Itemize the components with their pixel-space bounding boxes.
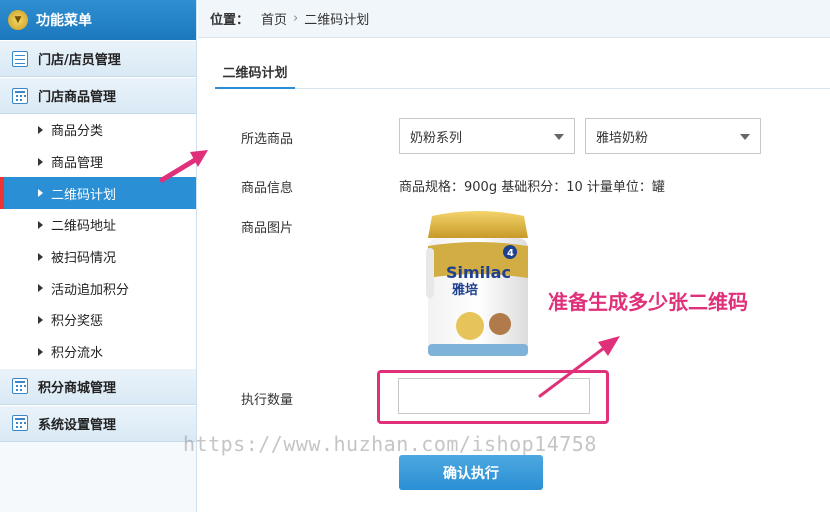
sidebar-item-qr-address[interactable]: 二维码地址	[0, 209, 196, 241]
sidebar-item-points-reward[interactable]: 积分奖惩	[0, 304, 196, 336]
sidebar-item-bonus-points[interactable]: 活动追加积分	[0, 272, 196, 305]
sidebar-group-system[interactable]: 系统设置管理	[0, 404, 196, 442]
breadcrumb-current: 二维码计划	[304, 13, 370, 28]
caret-right-icon	[38, 189, 43, 198]
confirm-button[interactable]: 确认执行	[399, 455, 543, 490]
sidebar-group-label: 积分商城管理	[38, 380, 117, 396]
product-label: 所选商品	[241, 132, 294, 147]
product-brand: Similac	[446, 263, 511, 282]
chevron-right-icon: ›	[293, 11, 299, 26]
product-stage: 4	[507, 248, 514, 259]
caret-down-icon	[740, 134, 750, 140]
breadcrumb: 位置： 首页 › 二维码计划	[198, 0, 830, 38]
sidebar-item-label: 二维码计划	[51, 187, 117, 203]
sidebar-group-label: 门店/店员管理	[38, 53, 121, 68]
product-select-value: 雅培奶粉	[596, 130, 649, 146]
product-brand-cn: 雅培	[452, 282, 478, 298]
sidebar-item-label: 二维码地址	[51, 219, 117, 235]
caret-right-icon	[38, 157, 43, 166]
caret-right-icon	[38, 284, 43, 293]
sidebar-group-store-products[interactable]: 门店商品管理	[0, 77, 196, 114]
sidebar-item-category[interactable]: 商品分类	[0, 114, 196, 146]
sidebar-item-label: 活动追加积分	[51, 282, 130, 298]
annotation-text: 准备生成多少张二维码	[548, 290, 748, 314]
tab-bar: 二维码计划	[215, 56, 830, 89]
caret-right-icon	[38, 220, 43, 229]
watermark: https://www.huzhan.com/ishop14758	[183, 432, 597, 456]
caret-down-icon	[554, 134, 564, 140]
sidebar-item-scan-status[interactable]: 被扫码情况	[0, 240, 196, 273]
calendar-icon	[12, 87, 28, 104]
product-image: Similac 雅培 4	[426, 211, 528, 356]
sidebar-group-store-staff[interactable]: 门店/店员管理	[0, 40, 196, 77]
sidebar-item-label: 被扫码情况	[51, 251, 117, 267]
qty-input[interactable]	[398, 378, 590, 414]
series-select[interactable]: 奶粉系列	[399, 118, 575, 154]
product-select[interactable]: 雅培奶粉	[585, 118, 761, 154]
chevron-down-icon: ▼	[8, 10, 28, 30]
sidebar-group-points-mall[interactable]: 积分商城管理	[0, 367, 196, 405]
caret-right-icon	[38, 315, 43, 324]
menu-header-label: 功能菜单	[36, 13, 92, 29]
sidebar-item-label: 积分流水	[51, 346, 104, 362]
caret-right-icon	[38, 347, 43, 356]
sidebar-item-qr-plan[interactable]: 二维码计划	[0, 177, 196, 210]
series-select-value: 奶粉系列	[410, 130, 463, 146]
menu-header[interactable]: ▼ 功能菜单	[0, 0, 196, 40]
sidebar-item-label: 商品管理	[51, 156, 104, 172]
caret-right-icon	[38, 125, 43, 134]
sidebar-group-label: 门店商品管理	[38, 90, 117, 105]
list-icon	[12, 50, 28, 67]
breadcrumb-home[interactable]: 首页	[261, 9, 287, 28]
sidebar-item-points-flow[interactable]: 积分流水	[0, 335, 196, 368]
info-label: 商品信息	[241, 181, 294, 196]
tab-qr-plan[interactable]: 二维码计划	[215, 56, 295, 89]
sidebar-item-label: 积分奖惩	[51, 314, 104, 330]
product-info: 商品规格：900g 基础积分：10 计量单位：罐	[399, 180, 665, 195]
sidebar-item-label: 商品分类	[51, 124, 104, 140]
calendar-icon	[12, 378, 28, 394]
sidebar-group-label: 系统设置管理	[38, 417, 117, 433]
qty-label: 执行数量	[241, 393, 294, 408]
image-label: 商品图片	[241, 221, 294, 236]
breadcrumb-label: 位置：	[210, 13, 250, 28]
sidebar-item-products[interactable]: 商品管理	[0, 145, 196, 178]
sidebar: ▼ 功能菜单 门店/店员管理 门店商品管理 商品分类 商品管理 二维码计划 二维…	[0, 0, 197, 512]
caret-right-icon	[38, 252, 43, 261]
calendar-icon	[12, 415, 28, 431]
